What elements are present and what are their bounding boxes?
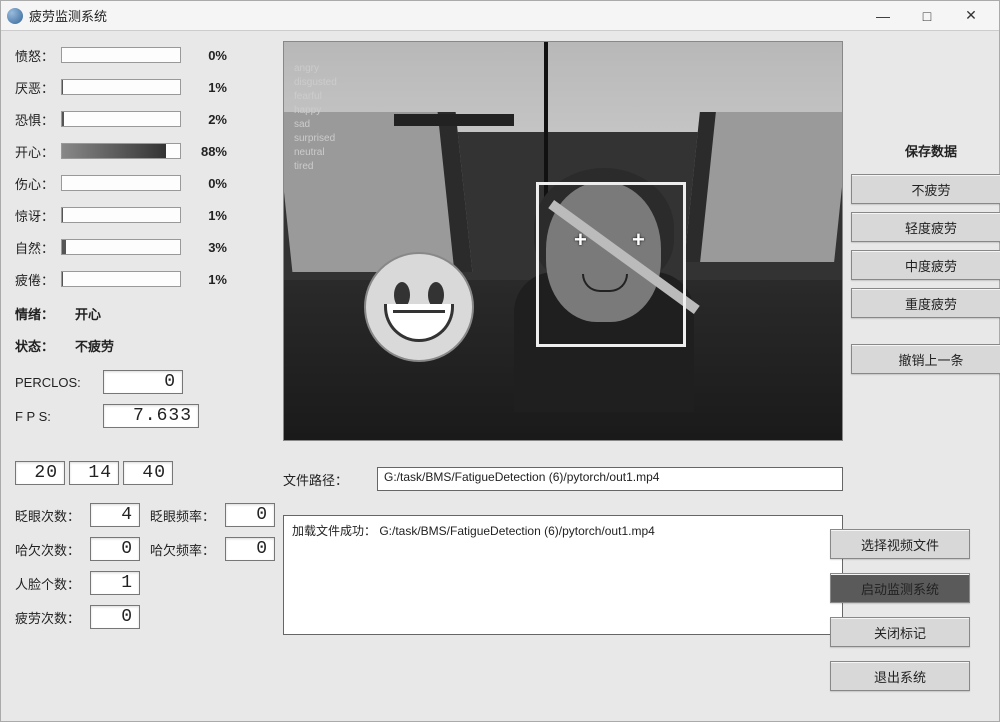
file-path-label: 文件路径： [283, 470, 363, 489]
overlay-emotion-list: angry disgusted fearful happy sad surpri… [294, 62, 337, 174]
emotion-row-happy: 开心： 88% [15, 137, 275, 165]
emotion-bar [61, 271, 181, 287]
app-icon [7, 8, 23, 24]
emotion-bar [61, 111, 181, 127]
yawn-count-value: 0 [90, 537, 140, 561]
left-panel: 愤怒： 0% 厌恶： 1% 恐惧： 2% 开心： 88% 伤心： [15, 41, 275, 707]
overlay-bar-happy [394, 114, 514, 126]
emotion-pct: 1% [187, 208, 227, 223]
emotion-label: 愤怒： [15, 46, 61, 65]
titlebar: 疲劳监测系统 — □ ✕ [1, 1, 999, 31]
mood-row: 情绪： 开心 [15, 301, 275, 325]
fps-label: F P S: [15, 409, 95, 424]
emotion-label: 惊讶： [15, 206, 61, 225]
log-output[interactable]: 加载文件成功： G:/task/BMS/FatigueDetection (6)… [283, 515, 843, 635]
center-panel: angry disgusted fearful happy sad surpri… [283, 41, 843, 707]
perclos-label: PERCLOS: [15, 375, 95, 390]
emotion-pct: 1% [187, 80, 227, 95]
face-count-label: 人脸个数： [15, 574, 80, 593]
mood-value: 开心 [75, 304, 101, 323]
close-button[interactable]: ✕ [949, 2, 993, 30]
emotion-label: 疲倦： [15, 270, 61, 289]
mood-label: 情绪： [15, 304, 75, 323]
emotion-pct: 3% [187, 240, 227, 255]
emotion-row-disgust: 厌恶： 1% [15, 73, 275, 101]
emotion-row-surprise: 惊讶： 1% [15, 201, 275, 229]
fps-row: F P S: 7.633 [15, 401, 275, 431]
yawn-count-label: 哈欠次数： [15, 540, 80, 559]
emotion-pct: 0% [187, 176, 227, 191]
state-value: 不疲劳 [75, 336, 114, 355]
maximize-button[interactable]: □ [905, 2, 949, 30]
emotion-bar [61, 143, 181, 159]
yawn-rate-label: 哈欠频率： [150, 540, 215, 559]
emotion-bar [61, 175, 181, 191]
stats-grid: 眨眼次数： 4 眨眼频率： 0 哈欠次数： 0 哈欠频率： 0 人脸个数： 1 … [15, 503, 275, 629]
time-hours: 20 [15, 461, 65, 485]
face-bounding-box [536, 182, 686, 347]
btn-light-fatigue[interactable]: 轻度疲劳 [851, 212, 1000, 242]
blink-count-value: 4 [90, 503, 140, 527]
perclos-row: PERCLOS: 0 [15, 367, 275, 397]
eye-marker-right: + [632, 227, 645, 253]
emotion-label: 伤心： [15, 174, 61, 193]
btn-mid-fatigue[interactable]: 中度疲劳 [851, 250, 1000, 280]
state-label: 状态： [15, 336, 75, 355]
emotion-pct: 2% [187, 112, 227, 127]
time-minutes: 14 [69, 461, 119, 485]
eye-marker-left: + [574, 227, 587, 253]
btn-undo-last[interactable]: 撤销上一条 [851, 344, 1000, 374]
btn-select-video[interactable]: 选择视频文件 [830, 529, 970, 559]
btn-start-system[interactable]: 启动监测系统 [830, 573, 970, 603]
emotion-bar [61, 79, 181, 95]
window-title: 疲劳监测系统 [29, 6, 861, 25]
blink-rate-label: 眨眼频率： [150, 506, 215, 525]
file-path-row: 文件路径： G:/task/BMS/FatigueDetection (6)/p… [283, 467, 843, 491]
emotion-label: 开心： [15, 142, 61, 161]
app-window: 疲劳监测系统 — □ ✕ 愤怒： 0% 厌恶： 1% 恐惧： 2% [0, 0, 1000, 722]
emotion-row-sad: 伤心： 0% [15, 169, 275, 197]
emotion-row-neutral: 自然： 3% [15, 233, 275, 261]
face-count-value: 1 [90, 571, 140, 595]
blink-count-label: 眨眼次数： [15, 506, 80, 525]
save-buttons: 不疲劳 轻度疲劳 中度疲劳 重度疲劳 撤销上一条 [851, 174, 1000, 374]
emotion-pct: 0% [187, 48, 227, 63]
blink-rate-value: 0 [225, 503, 275, 527]
window-controls: — □ ✕ [861, 2, 993, 30]
perclos-value: 0 [103, 370, 183, 394]
time-display: 20 14 40 [15, 461, 275, 485]
yawn-rate-value: 0 [225, 537, 275, 561]
emotion-bar [61, 47, 181, 63]
state-row: 状态： 不疲劳 [15, 333, 275, 357]
btn-heavy-fatigue[interactable]: 重度疲劳 [851, 288, 1000, 318]
emotion-row-tired: 疲倦： 1% [15, 265, 275, 293]
video-preview: angry disgusted fearful happy sad surpri… [283, 41, 843, 441]
emotion-bar [61, 239, 181, 255]
emotion-pct: 1% [187, 272, 227, 287]
emotion-label: 恐惧： [15, 110, 61, 129]
action-buttons: 选择视频文件 启动监测系统 关闭标记 退出系统 [825, 529, 975, 691]
fps-value: 7.633 [103, 404, 199, 428]
emotion-row-anger: 愤怒： 0% [15, 41, 275, 69]
emotion-bar [61, 207, 181, 223]
btn-not-fatigued[interactable]: 不疲劳 [851, 174, 1000, 204]
emotion-row-fear: 恐惧： 2% [15, 105, 275, 133]
emotion-pct: 88% [187, 144, 227, 159]
file-path-input[interactable]: G:/task/BMS/FatigueDetection (6)/pytorch… [377, 467, 843, 491]
fatigue-count-value: 0 [90, 605, 140, 629]
emotion-label: 自然： [15, 238, 61, 257]
minimize-button[interactable]: — [861, 2, 905, 30]
btn-exit-system[interactable]: 退出系统 [830, 661, 970, 691]
time-seconds: 40 [123, 461, 173, 485]
save-header: 保存数据 [851, 141, 1000, 160]
fatigue-count-label: 疲劳次数： [15, 608, 80, 627]
btn-close-mark[interactable]: 关闭标记 [830, 617, 970, 647]
emoji-happy-icon [364, 252, 474, 362]
emotion-label: 厌恶： [15, 78, 61, 97]
